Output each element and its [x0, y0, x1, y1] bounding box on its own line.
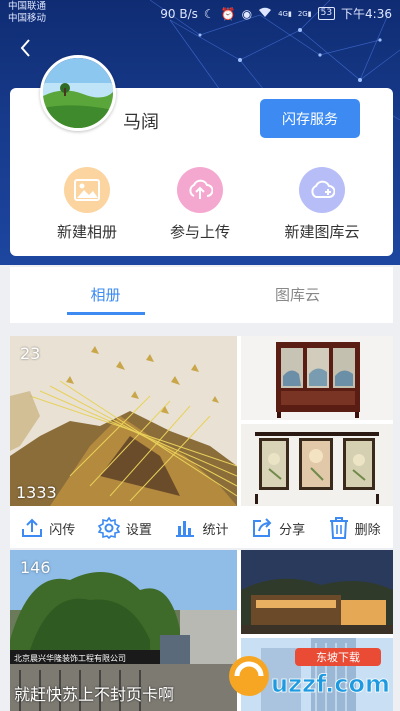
flash-storage-button[interactable]: 闪存服务	[260, 99, 360, 138]
new-album-action[interactable]: 新建相册	[32, 167, 142, 242]
delete-label: 删除	[354, 522, 381, 538]
chevron-left-icon	[20, 39, 30, 57]
share-label: 分享	[279, 522, 306, 538]
new-cloud-label: 新建图库云	[284, 223, 360, 241]
gear-icon	[97, 517, 120, 539]
carrier-info: 中国联通 中国移动	[8, 1, 46, 25]
album-count: 23	[20, 344, 41, 363]
avatar-image	[43, 58, 113, 128]
share-button[interactable]: 分享	[240, 518, 317, 538]
album-thumb-panels[interactable]	[241, 424, 393, 506]
username: 马阔	[123, 112, 159, 133]
delete-button[interactable]: 删除	[316, 517, 393, 539]
wifi-icon	[258, 7, 272, 21]
trash-icon	[329, 517, 348, 539]
album-caption: 就赶快苏上不封页卡啊	[14, 685, 175, 704]
settings-label: 设置	[125, 522, 152, 538]
album-card[interactable]: 23 1333 闪传 设置 统计 分享 删除	[10, 336, 393, 548]
stats-button[interactable]: 统计	[163, 518, 240, 538]
join-upload-label: 参与上传	[169, 223, 230, 241]
new-album-label: 新建相册	[56, 223, 117, 241]
avatar[interactable]	[40, 55, 116, 131]
stats-label: 统计	[202, 522, 229, 538]
cloud-icon	[299, 167, 345, 213]
new-cloud-action[interactable]: 新建图库云	[267, 167, 377, 242]
album-thumb-screen[interactable]	[241, 336, 393, 420]
flash-transfer-label: 闪传	[49, 522, 76, 538]
back-button[interactable]	[14, 36, 38, 60]
tab-indicator	[67, 312, 145, 315]
tab-bar: 相册 图库云	[10, 267, 393, 323]
clock: 下午4:36	[341, 7, 392, 21]
flash-transfer-button[interactable]: 闪传	[10, 518, 87, 538]
album-count: 146	[20, 558, 51, 577]
photo-count: 1333	[16, 483, 57, 502]
upload-tray-icon	[22, 518, 43, 537]
upload-icon	[177, 167, 223, 213]
share-icon	[253, 518, 272, 537]
network-speed: 90 B/s	[160, 6, 198, 21]
image-icon	[64, 167, 110, 213]
album-toolbar: 闪传 设置 统计 分享 删除	[10, 508, 393, 548]
album-thumb-night[interactable]	[241, 550, 393, 634]
battery-icon: 53	[317, 7, 336, 20]
bar-chart-icon	[176, 521, 195, 537]
moon-icon: ☾	[203, 6, 215, 21]
watermark-sub: 东坡下载	[316, 651, 360, 664]
net-type-2: 2G	[297, 9, 308, 18]
tab-cloud[interactable]: 图库云	[202, 267, 393, 323]
signal-icon-1: 4G▮	[278, 9, 292, 18]
eye-icon: ◉	[241, 6, 253, 21]
alarm-icon: ⏰	[220, 6, 236, 21]
album-cover-photo[interactable]: 23 1333	[10, 336, 237, 506]
status-bar: 中国联通 中国移动 90 B/s ☾ ⏰ ◉ 4G▮ 2G▮ 53 下午4:36	[0, 0, 400, 26]
join-upload-action[interactable]: 参与上传	[145, 167, 255, 242]
status-indicators: 90 B/s ☾ ⏰ ◉ 4G▮ 2G▮ 53 下午4:36	[160, 5, 392, 22]
signal-icon-2: 2G▮	[297, 9, 312, 18]
settings-button[interactable]: 设置	[87, 517, 164, 539]
watermark-brand: uzzf.com	[271, 670, 390, 698]
net-type-1: 4G	[278, 9, 288, 18]
building-sign-text: 北京晨兴华隆装饰工程有限公司	[14, 653, 126, 663]
uzzf-watermark-logo: 东坡下载 uzzf.com	[225, 646, 395, 702]
album-cover-photo[interactable]: 北京晨兴华隆装饰工程有限公司 146 就赶快苏上不封页卡啊	[10, 550, 237, 711]
carrier-1: 中国联通	[8, 1, 47, 12]
carrier-2: 中国移动	[8, 13, 47, 24]
